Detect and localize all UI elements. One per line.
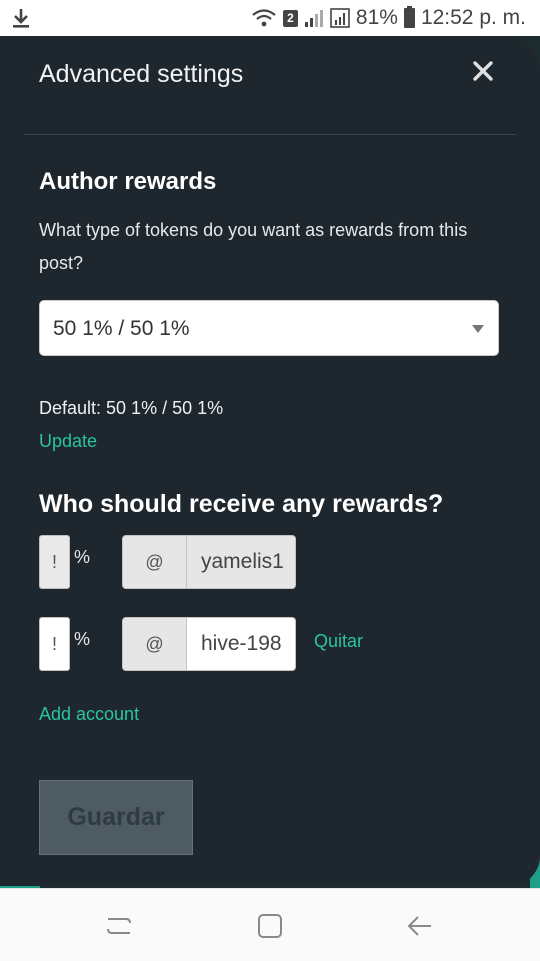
battery-percent: 81% bbox=[355, 6, 398, 29]
status-icons: 2 81% 12:52 p. m. bbox=[251, 0, 526, 36]
home-icon[interactable] bbox=[253, 909, 287, 943]
navigation-bar bbox=[0, 888, 540, 961]
default-reward-text: Default: 50 1% / 50 1% bbox=[39, 398, 224, 418]
percent-input[interactable]: ! bbox=[39, 535, 70, 589]
account-input[interactable]: yamelis1 bbox=[187, 535, 296, 589]
status-bar: 2 81% 12:52 p. m. bbox=[0, 0, 540, 36]
clock: 12:52 p. m. bbox=[420, 6, 526, 29]
advanced-settings-modal: Advanced settings Author rewards What ty… bbox=[0, 36, 540, 886]
wifi-icon bbox=[252, 9, 276, 27]
percent-sign: % bbox=[74, 629, 91, 649]
remove-beneficiary-link[interactable]: Quitar bbox=[314, 631, 363, 652]
beneficiary-row: ! % @ hive-198 Quitar bbox=[39, 617, 509, 673]
at-prefix: @ bbox=[122, 535, 187, 589]
at-prefix: @ bbox=[122, 617, 187, 671]
account-input[interactable]: hive-198 bbox=[187, 617, 296, 671]
author-rewards-heading: Author rewards bbox=[39, 168, 217, 195]
back-icon[interactable] bbox=[403, 909, 437, 943]
modal-title: Advanced settings bbox=[39, 60, 244, 88]
add-account-link[interactable]: Add account bbox=[39, 704, 139, 725]
reward-type-select[interactable]: 50 1% / 50 1% bbox=[39, 300, 499, 356]
percent-sign: % bbox=[74, 547, 91, 567]
beneficiary-row: ! % @ yamelis1 bbox=[39, 535, 509, 591]
battery-icon bbox=[403, 6, 415, 28]
signal-icon bbox=[304, 10, 323, 27]
signal-box-icon bbox=[330, 8, 350, 28]
update-link[interactable]: Update bbox=[39, 431, 97, 452]
save-button[interactable]: Guardar bbox=[39, 780, 193, 855]
author-rewards-description: What type of tokens do you want as rewar… bbox=[39, 220, 468, 273]
recent-apps-icon[interactable] bbox=[102, 909, 136, 943]
percent-input[interactable]: ! bbox=[39, 617, 70, 671]
download-icon bbox=[13, 9, 29, 28]
reward-type-value: 50 1% / 50 1% bbox=[53, 317, 190, 340]
chevron-down-icon bbox=[472, 325, 484, 333]
header-divider bbox=[24, 134, 516, 135]
notification-badge: 2 bbox=[282, 9, 298, 27]
close-icon[interactable] bbox=[468, 56, 498, 86]
beneficiaries-heading: Who should receive any rewards? bbox=[39, 490, 444, 518]
